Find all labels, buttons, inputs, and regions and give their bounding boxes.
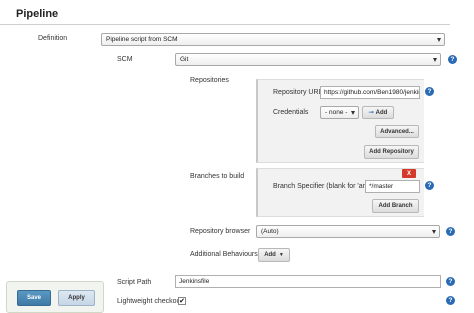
- repository-browser-select[interactable]: (Auto): [256, 225, 440, 238]
- repository-browser-label: Repository browser: [190, 228, 251, 235]
- script-path-label: Script Path: [117, 279, 152, 286]
- repositories-label: Repositories: [190, 77, 229, 84]
- scm-help-icon[interactable]: ?: [448, 55, 457, 64]
- script-path-input[interactable]: Jenkinsfile: [175, 275, 441, 288]
- apply-button[interactable]: Apply: [58, 290, 95, 306]
- additional-behaviours-label: Additional Behaviours: [190, 251, 258, 258]
- section-divider: [0, 24, 450, 25]
- script-path-help-icon[interactable]: ?: [446, 277, 455, 286]
- lightweight-checkout-label: Lightweight checkout: [117, 298, 183, 305]
- credentials-select[interactable]: - none -: [320, 106, 359, 119]
- lightweight-checkout-help-icon[interactable]: ?: [446, 296, 455, 305]
- branch-specifier-input[interactable]: */master: [365, 180, 420, 193]
- checkmark-icon: ✔: [179, 297, 185, 305]
- add-repository-button[interactable]: Add Repository: [364, 145, 419, 159]
- lightweight-checkout-checkbox[interactable]: ✔: [178, 297, 186, 305]
- repository-url-input[interactable]: https://github.com/Ben1980/jenkins: [320, 86, 420, 99]
- branch-specifier-help-icon[interactable]: ?: [425, 181, 434, 190]
- chevron-down-icon: [351, 111, 355, 115]
- key-icon: ⊸: [368, 110, 374, 116]
- chevron-down-icon: [433, 58, 437, 62]
- add-credentials-label: Add: [375, 109, 388, 116]
- credentials-value: - none -: [325, 109, 348, 116]
- repository-url-label: Repository URL: [273, 89, 323, 96]
- branch-specifier-label: Branch Specifier (blank for 'any'): [273, 183, 374, 190]
- repository-url-help-icon[interactable]: ?: [425, 87, 434, 96]
- scm-select[interactable]: Git: [175, 53, 441, 66]
- delete-branch-button[interactable]: X: [402, 169, 416, 178]
- scm-value: Git: [180, 56, 189, 63]
- repository-browser-value: (Auto): [261, 228, 279, 235]
- add-behaviour-label: Add: [264, 252, 276, 258]
- chevron-down-icon: [432, 230, 436, 234]
- definition-select[interactable]: Pipeline script from SCM: [101, 33, 445, 46]
- scm-label: SCM: [117, 56, 133, 63]
- add-credentials-button[interactable]: ⊸ Add: [362, 106, 394, 119]
- definition-label: Definition: [38, 35, 68, 42]
- advanced-button[interactable]: Advanced...: [375, 125, 419, 138]
- add-branch-button[interactable]: Add Branch: [372, 199, 419, 213]
- branches-label: Branches to build: [190, 173, 245, 180]
- repository-browser-help-icon[interactable]: ?: [446, 227, 455, 236]
- credentials-label: Credentials: [273, 109, 309, 116]
- chevron-down-icon: [437, 38, 441, 42]
- add-behaviour-button[interactable]: Add ▼: [258, 248, 290, 262]
- chevron-down-icon: ▼: [278, 252, 284, 258]
- save-button[interactable]: Save: [17, 290, 51, 306]
- definition-value: Pipeline script from SCM: [106, 36, 178, 43]
- section-title: Pipeline: [16, 8, 59, 20]
